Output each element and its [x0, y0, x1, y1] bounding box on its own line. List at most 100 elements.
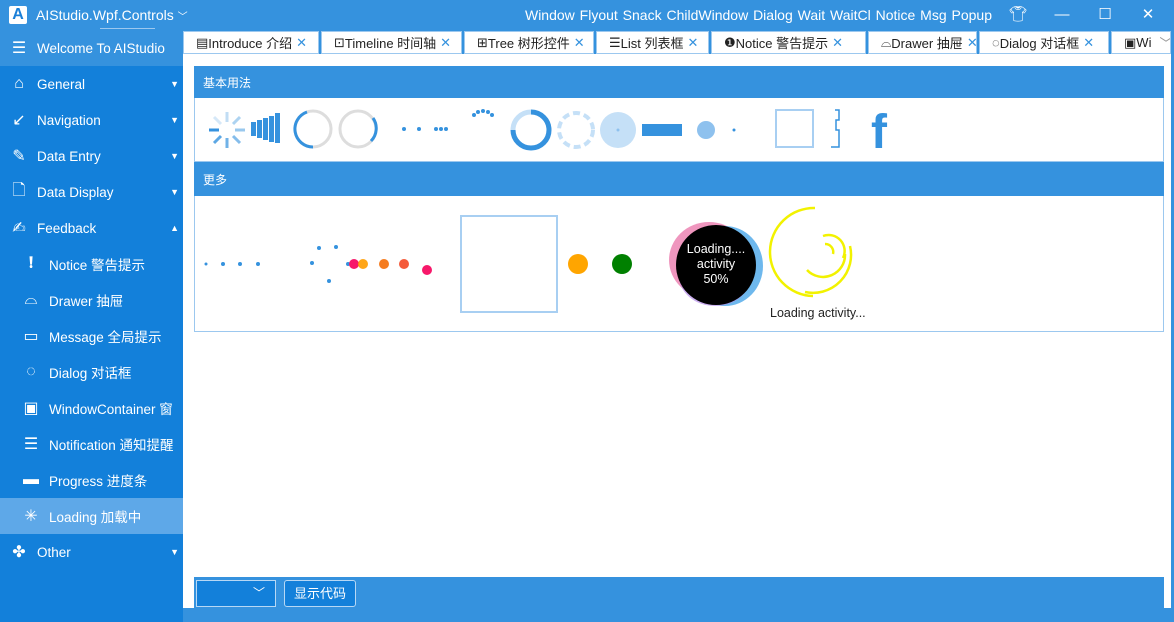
circle-loader-text: Loading.... activity 50% [676, 242, 756, 287]
app-title-text: AIStudio.Wpf.Controls [36, 7, 174, 23]
tab-icon: ▤ [196, 34, 209, 50]
chevron-down-icon: ﹀ [252, 586, 265, 600]
caret-up-icon: ▲ [170, 223, 179, 233]
sidebar-item-loading[interactable]: ✳︎ Loading 加载中 [0, 498, 183, 534]
tab-tree[interactable]: ⊞ Tree 树形控件 ✕ [464, 31, 594, 54]
tab-icon: ☰ [609, 34, 621, 50]
chat-icon: ◌ [26, 363, 36, 380]
sidebar-welcome[interactable]: ☰ Welcome To AIStudio [0, 30, 183, 66]
caret-down-icon: ▼ [170, 115, 179, 125]
inbox-icon: ⌓ [24, 291, 38, 308]
tab-label: Wi [1136, 35, 1152, 50]
arrow-circle-icon: ↙ [12, 112, 26, 129]
tab-icon: ▣ [1124, 34, 1137, 50]
tab-label: Tree 树形控件 [487, 36, 570, 51]
progress-icon: ▬ [23, 471, 39, 488]
loading-text: Loading.... [686, 242, 746, 256]
sidebar-item-label: Message 全局提示 [49, 330, 162, 345]
edit-icon: ✎ [12, 148, 26, 165]
arc-dots-loader [472, 109, 494, 117]
orbit-dots-loader [310, 245, 350, 283]
tab-icon: ⊡ [334, 34, 345, 50]
sidebar-item-message[interactable]: ▭ Message 全局提示 [0, 318, 183, 354]
line-dots-loader [204, 262, 260, 266]
sidebar-item-label: Progress 进度条 [49, 474, 148, 489]
sidebar-item-dialog[interactable]: ◌ Dialog 对话框 [0, 354, 183, 390]
window-icon: ▣ [23, 400, 39, 417]
sidebar: ☰ Welcome To AIStudio ⌂ General ▼ ↙ Navigatio… [0, 30, 183, 622]
close-tab-icon[interactable]: ✕ [440, 35, 451, 51]
show-code-button[interactable]: 显示代码 [284, 580, 356, 607]
tab-wi[interactable]: ▣Wi ﹀ [1111, 31, 1171, 54]
tab-icon: ◌ [992, 35, 1000, 50]
sidebar-item-data[interactable]: 🗋︎ Data Display ▼ [0, 174, 183, 210]
app-logo: A [9, 6, 27, 24]
sidebar-item-general[interactable]: ⌂ General ▼ [0, 66, 183, 102]
sidebar-item-label: WindowContainer 窗 [49, 402, 173, 417]
tab-label: Timeline 时间轴 [344, 36, 437, 51]
chevron-down-icon[interactable]: ﹀ [1159, 33, 1170, 52]
close-tab-icon[interactable]: ✕ [967, 35, 976, 51]
tab-drawer[interactable]: ⌓ Drawer 抽屉 ✕ [868, 31, 977, 54]
notification-icon: ☰ [23, 436, 39, 453]
small-dot-loader [732, 128, 736, 132]
close-tab-icon[interactable]: ✕ [1083, 35, 1094, 51]
theme-combobox[interactable]: ﹀ [196, 580, 276, 607]
green-dot-loader [612, 254, 632, 274]
maximize-button[interactable]: ☐ [1090, 4, 1120, 26]
sidebar-item-progress[interactable]: ▬ Progress 进度条 [0, 462, 183, 498]
sidebar-item-navigation[interactable]: ↙ Navigation ▼ [0, 102, 183, 138]
close-tab-icon[interactable]: ✕ [688, 35, 699, 51]
sidebar-item-windowcontainer[interactable]: ▣ WindowContainer 窗 [0, 390, 183, 426]
main-content: ▤ Introduce 介绍 ✕ ⊡ Timeline 时间轴 ✕ ⊞ Tree 树形控件 ✕ ☰… [183, 30, 1171, 608]
minimize-button[interactable]: — [1047, 4, 1077, 26]
tab-timeline[interactable]: ⊡ Timeline 时间轴 ✕ [321, 31, 462, 54]
sidebar-item-label: Loading 加载中 [49, 510, 142, 525]
sidebar-item-label: Other [37, 544, 71, 560]
sidebar-item-label: Data Entry [37, 148, 101, 164]
tab-label: List 列表框 [620, 36, 684, 51]
section-header-more: 更多 [194, 162, 1164, 196]
tab-label: Notice 警告提示 [735, 36, 829, 51]
tab-label: Introduce 介绍 [208, 36, 293, 51]
caret-down-icon: ▼ [170, 79, 179, 89]
tab-introduce[interactable]: ▤ Introduce 介绍 ✕ [183, 31, 319, 54]
close-button[interactable]: ✕ [1133, 4, 1163, 26]
sidebar-item-other[interactable]: ✤ Other ▼ [0, 534, 183, 570]
document-search-icon: 🗋︎ [12, 181, 26, 199]
tab-list[interactable]: ☰ List 列表框 ✕ [596, 31, 709, 54]
sidebar-item-label: General [37, 76, 86, 92]
close-tab-icon[interactable]: ✕ [832, 35, 843, 51]
more-loaders: Loading.... activity 50% Loading activit… [194, 196, 1164, 332]
window-menu[interactable]: Window Flyout Snack ChildWindow Dialog W… [525, 7, 992, 23]
app-title[interactable]: AIStudio.Wpf.Controls ﹀ [36, 7, 188, 23]
color-dots-loader [349, 259, 432, 275]
home-icon: ⌂ [14, 75, 24, 92]
sidebar-item-feedback[interactable]: ✍︎ Feedback ▲ [0, 210, 183, 246]
sidebar-item-notice[interactable]: ❗︎ Notice 警告提示 [0, 246, 183, 282]
dashed-ring-loader [557, 111, 595, 149]
tab-icon: ❶ [724, 34, 736, 50]
gradient-square-loader [460, 215, 558, 313]
close-tab-icon[interactable]: ✕ [296, 35, 307, 51]
basic-loaders-graphics: f [209, 106, 888, 159]
sidebar-item-notification[interactable]: ☰ Notification 通知提醒 [0, 426, 183, 462]
orange-dot-loader [568, 254, 588, 274]
menu-icon: ☰ [11, 40, 27, 57]
loading-caption: Loading activity... [770, 306, 866, 320]
theme-shirt-icon[interactable]: 👕︎ [1003, 4, 1033, 26]
tab-icon: ⊞ [477, 34, 488, 50]
bar-loader [642, 124, 682, 136]
dots-loader [402, 127, 448, 131]
sidebar-item-data[interactable]: ✎ Data Entry ▼ [0, 138, 183, 174]
sidebar-item-drawer[interactable]: ⌓ Drawer 抽屉 [0, 282, 183, 318]
tab-notice[interactable]: ❶ Notice 警告提示 ✕ [711, 31, 866, 54]
tab-label: Drawer 抽屉 [891, 36, 963, 51]
clover-icon: ✤ [12, 544, 26, 561]
close-tab-icon[interactable]: ✕ [574, 35, 585, 51]
basic-loaders: f [194, 98, 1164, 162]
sidebar-item-label: Notification 通知提醒 [49, 438, 174, 453]
tab-dialog[interactable]: ◌ Dialog 对话框 ✕ [979, 31, 1109, 54]
facebook-loader: f [871, 106, 888, 159]
title-bar: A AIStudio.Wpf.Controls ﹀ Window Flyout … [0, 0, 1174, 30]
